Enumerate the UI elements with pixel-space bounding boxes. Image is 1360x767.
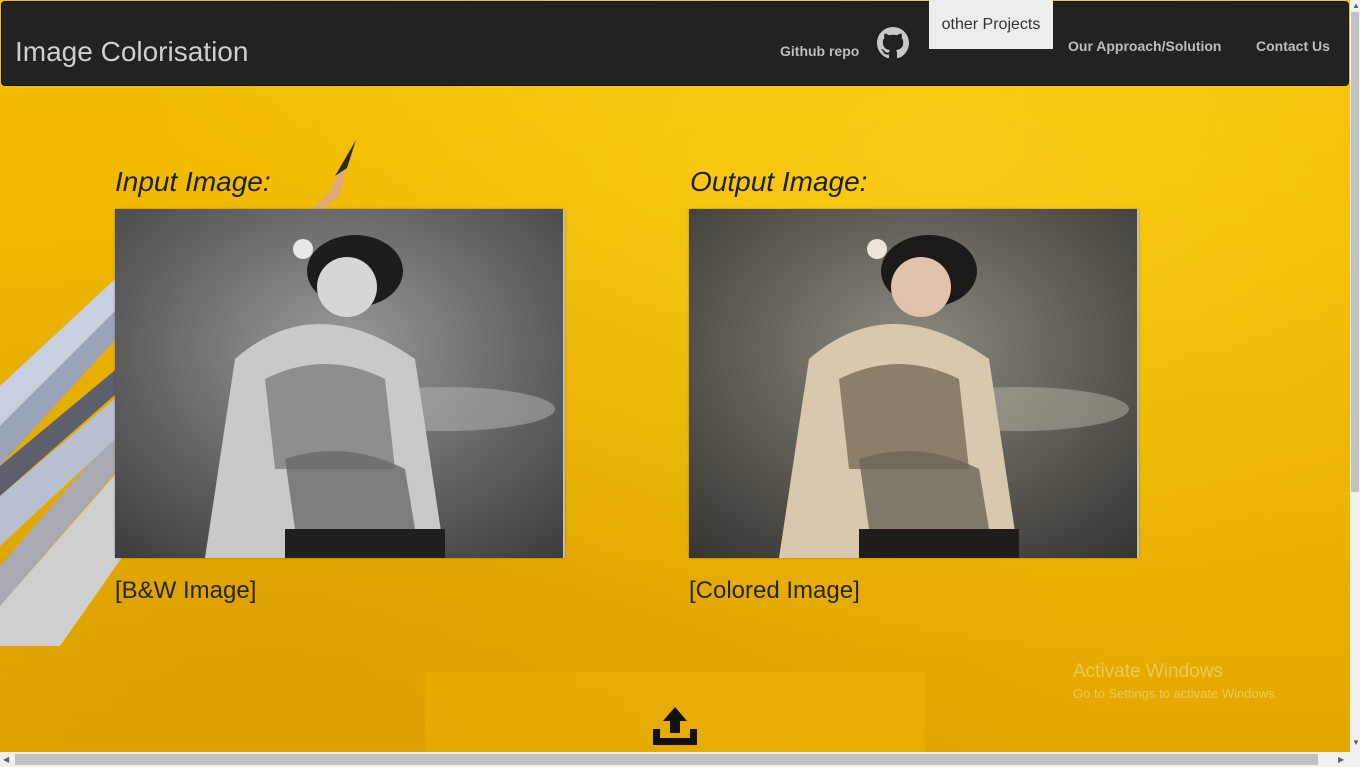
scroll-right-arrow-icon[interactable]: ▶ bbox=[1338, 755, 1344, 765]
nav-contact-us[interactable]: Contact Us bbox=[1256, 38, 1330, 54]
output-colored-image bbox=[689, 209, 1139, 558]
horizontal-scrollbar-thumb[interactable] bbox=[15, 754, 1318, 765]
nav-approach-solution[interactable]: Our Approach/Solution bbox=[1068, 38, 1221, 54]
activate-windows-subtitle: Go to Settings to activate Windows. bbox=[1073, 686, 1279, 701]
scroll-left-arrow-icon[interactable]: ◀ bbox=[3, 755, 9, 765]
github-icon[interactable] bbox=[877, 27, 909, 59]
output-image-heading: Output Image: bbox=[690, 166, 868, 197]
input-bw-image bbox=[115, 209, 565, 558]
bw-image-caption: [B&W Image] bbox=[115, 577, 257, 604]
upload-icon[interactable] bbox=[651, 705, 699, 747]
activate-windows-title: Activate Windows bbox=[1073, 661, 1223, 682]
brand-title[interactable]: Image Colorisation bbox=[15, 36, 248, 68]
scroll-up-arrow-icon[interactable]: ▲ bbox=[1352, 1, 1360, 11]
vertical-scrollbar-thumb[interactable] bbox=[1351, 12, 1359, 492]
nav-other-projects[interactable]: other Projects bbox=[929, 0, 1053, 49]
nav-github-repo[interactable]: Github repo bbox=[780, 43, 859, 59]
scroll-down-arrow-icon[interactable]: ▼ bbox=[1352, 738, 1360, 748]
input-image-heading: Input Image: bbox=[115, 166, 271, 197]
colored-image-caption: [Colored Image] bbox=[689, 577, 860, 604]
